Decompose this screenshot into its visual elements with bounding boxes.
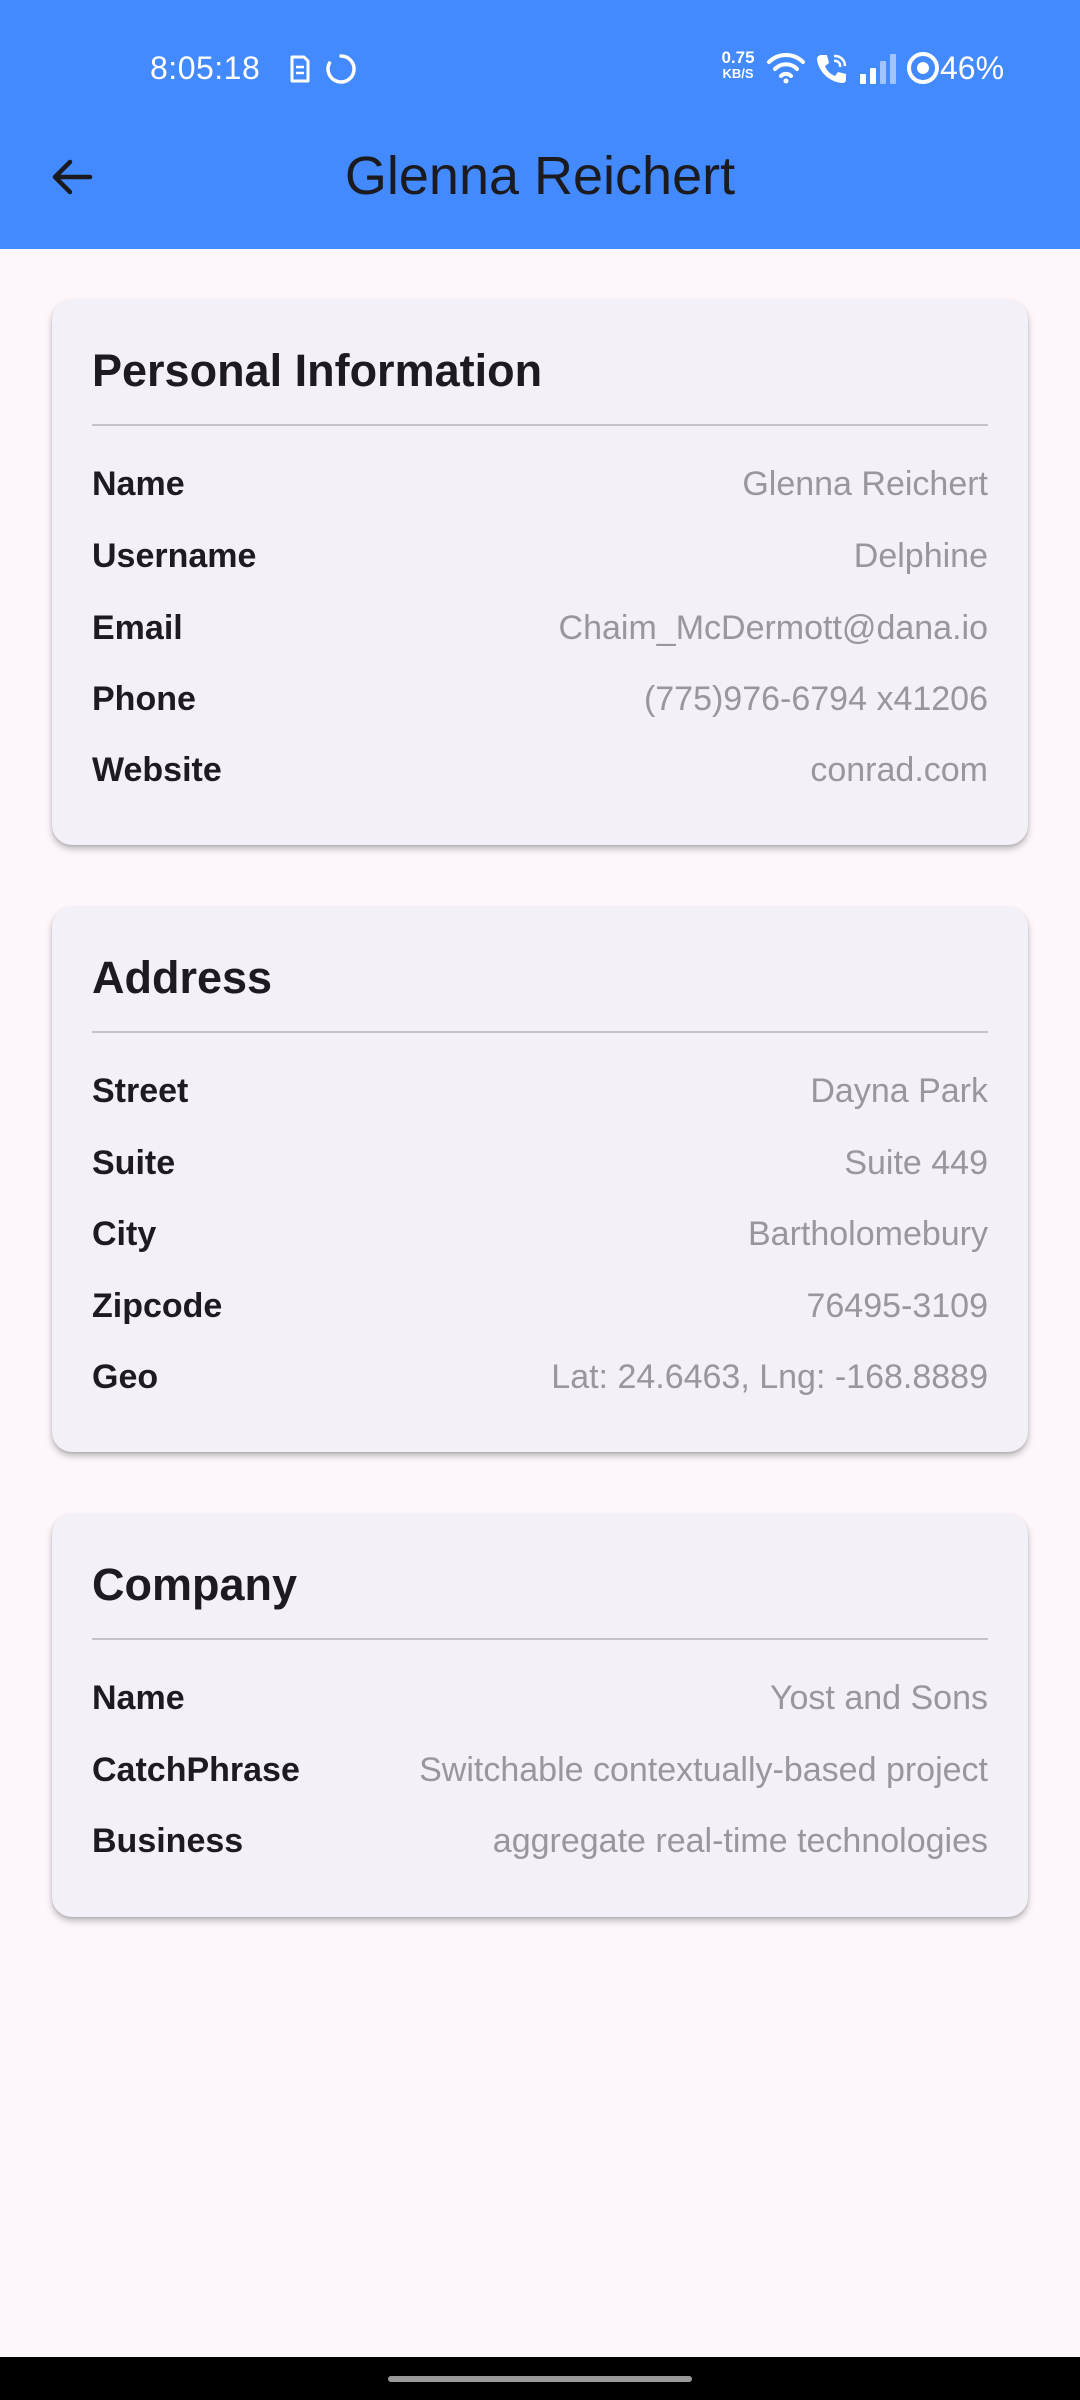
back-button[interactable]	[36, 141, 108, 213]
address-row-city: City Bartholomebury	[92, 1210, 988, 1258]
app-bar: 8:05:18 0.75 KB/S 46% Glenna Reichert	[0, 0, 1080, 249]
battery-icon	[907, 52, 939, 84]
row-value: 76495-3109	[806, 1286, 988, 1325]
row-label: Business	[92, 1821, 244, 1860]
row-label: Street	[92, 1071, 189, 1110]
personal-information-card: Personal Information Name Glenna Reicher…	[52, 300, 1028, 845]
row-label: Username	[92, 536, 257, 575]
card-title: Personal Information	[92, 345, 543, 396]
row-label: City	[92, 1214, 157, 1253]
divider	[92, 424, 988, 426]
wifi-calling-icon	[817, 54, 847, 83]
address-row-zipcode: Zipcode 76495-3109	[92, 1282, 988, 1330]
row-value: (775)976-6794 x41206	[643, 679, 988, 718]
loading-circle-icon	[326, 54, 356, 84]
row-label: CatchPhrase	[92, 1750, 300, 1789]
row-value: Bartholomebury	[747, 1214, 988, 1253]
card-title: Address	[92, 952, 273, 1003]
info-row-name: Name Glenna Reichert	[92, 460, 988, 508]
info-row-username: Username Delphine	[92, 532, 988, 580]
address-row-suite: Suite Suite 449	[92, 1139, 988, 1187]
row-value: Dayna Park	[810, 1071, 988, 1110]
row-label: Name	[92, 464, 185, 503]
address-card: Address Street Dayna Park Suite Suite 44…	[52, 907, 1028, 1452]
row-label: Suite	[92, 1143, 176, 1182]
company-row-business: Business aggregate real-time technologie…	[92, 1817, 988, 1865]
signal-bars-icon	[860, 54, 896, 84]
address-row-street: Street Dayna Park	[92, 1067, 988, 1115]
row-label: Website	[92, 750, 222, 789]
address-row-geo: Geo Lat: 24.6463, Lng: -168.8889	[92, 1353, 988, 1401]
system-navigation-bar	[0, 2357, 1080, 2400]
battery-percentage: 46%	[940, 50, 1005, 86]
home-gesture-handle[interactable]	[388, 2376, 692, 2382]
row-value: Lat: 24.6463, Lng: -168.8889	[551, 1357, 988, 1396]
arrow-back-icon	[52, 159, 93, 195]
row-label: Email	[92, 608, 183, 647]
network-speed-value: 0.75	[721, 48, 755, 67]
divider	[92, 1031, 988, 1033]
wifi-icon	[767, 52, 805, 84]
network-speed-unit: KB/S	[722, 66, 754, 81]
row-label: Phone	[92, 679, 196, 718]
row-label: Geo	[92, 1357, 159, 1396]
status-bar: 8:05:18 0.75 KB/S 46%	[0, 0, 1080, 136]
company-card: Company Name Yost and Sons CatchPhrase S…	[52, 1514, 1028, 1917]
info-row-website: Website conrad.com	[92, 746, 988, 794]
company-row-catchphrase: CatchPhrase Switchable contextually-base…	[92, 1746, 988, 1794]
row-value: Switchable contextually-based project	[419, 1750, 988, 1789]
card-title: Company	[92, 1559, 298, 1610]
row-label: Zipcode	[92, 1286, 223, 1325]
divider	[92, 1638, 988, 1640]
info-row-phone: Phone (775)976-6794 x41206	[92, 675, 988, 723]
row-value: Glenna Reichert	[742, 464, 988, 503]
company-row-name: Name Yost and Sons	[92, 1674, 988, 1722]
row-value: conrad.com	[810, 750, 988, 789]
info-row-email: Email Chaim_McDermott@dana.io	[92, 604, 988, 652]
network-speed: 0.75 KB/S	[717, 48, 759, 82]
row-value: Delphine	[853, 536, 988, 575]
row-value: Chaim_McDermott@dana.io	[558, 608, 988, 647]
status-time: 8:05:18	[150, 50, 261, 86]
row-value: aggregate real-time technologies	[492, 1821, 988, 1860]
page-title: Glenna Reichert	[344, 146, 736, 206]
row-value: Suite 449	[844, 1143, 988, 1182]
row-label: Name	[92, 1678, 185, 1717]
row-value: Yost and Sons	[769, 1678, 988, 1717]
sim-card-icon	[290, 55, 310, 83]
